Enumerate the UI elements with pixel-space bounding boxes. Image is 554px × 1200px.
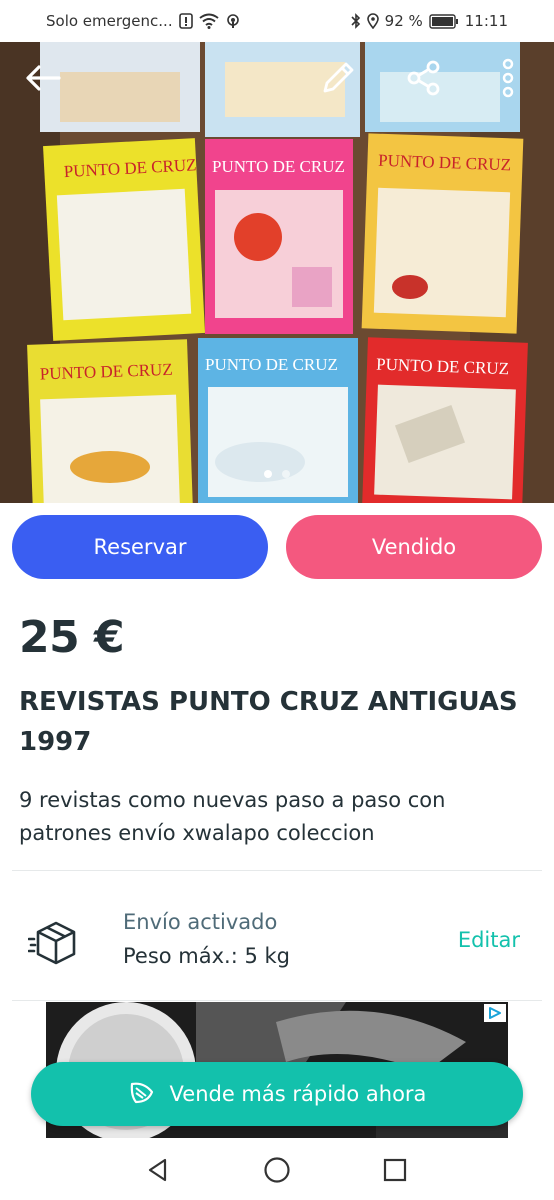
more-vert-icon[interactable]	[486, 56, 530, 100]
location-icon	[366, 13, 379, 29]
svg-text:PUNTO DE CRUZ: PUNTO DE CRUZ	[212, 157, 345, 176]
sim-alert-icon	[178, 13, 193, 29]
back-arrow-icon[interactable]	[21, 56, 65, 100]
carrier-text: Solo emergenc...	[46, 12, 173, 30]
shipping-status: Envío activado	[123, 910, 278, 934]
magazine-cover: PUNTO DE CRUZ	[362, 337, 528, 503]
clock: 11:11	[464, 12, 508, 30]
shipping-weight: Peso máx.: 5 kg	[123, 944, 291, 968]
feather-wing-icon	[128, 1078, 156, 1111]
product-photo[interactable]: PUNTO DE CRUZ PUNTO DE CRUZ PUNTO DE CRU…	[0, 42, 554, 503]
sell-faster-button[interactable]: Vende más rápido ahora	[31, 1062, 523, 1126]
bluetooth-icon	[351, 13, 361, 29]
edit-pencil-icon[interactable]	[316, 56, 360, 100]
divider	[12, 1000, 542, 1001]
divider	[12, 870, 542, 871]
battery-icon	[429, 13, 459, 29]
carousel-indicator	[0, 470, 554, 478]
hotspot-icon	[225, 13, 241, 29]
nav-recents-icon[interactable]	[379, 1154, 411, 1186]
product-title: REVISTAS PUNTO CRUZ ANTIGUAS 1997	[19, 687, 518, 757]
nav-back-icon[interactable]	[142, 1154, 174, 1186]
share-icon[interactable]	[402, 56, 446, 100]
svg-text:PUNTO DE CRUZ: PUNTO DE CRUZ	[205, 355, 338, 374]
sold-button[interactable]: Vendido	[286, 515, 542, 579]
wifi-icon	[198, 13, 219, 29]
status-left: Solo emergenc...	[46, 12, 241, 30]
battery-percent: 92 %	[384, 12, 423, 30]
reserve-button[interactable]: Reservar	[12, 515, 268, 579]
magazine-cover: PUNTO DE CRUZ	[198, 338, 358, 503]
product-price: 25 €	[19, 612, 125, 663]
magazine-cover: PUNTO DE CRUZ	[361, 133, 524, 334]
magazines-photo-illustration: PUNTO DE CRUZ PUNTO DE CRUZ PUNTO DE CRU…	[0, 42, 554, 503]
carousel-dot[interactable]	[282, 470, 290, 478]
edit-shipping-link[interactable]: Editar	[458, 928, 520, 952]
product-description: 9 revistas como nuevas paso a paso con p…	[19, 788, 446, 845]
product-detail-screen: Solo emergenc... 92 % 11:11 PUNTO DE CRU…	[0, 0, 554, 1200]
adchoices-icon[interactable]	[484, 1004, 506, 1022]
magazine-cover: PUNTO DE CRUZ	[27, 339, 193, 503]
sell-faster-label: Vende más rápido ahora	[169, 1082, 427, 1106]
status-bar: Solo emergenc... 92 % 11:11	[0, 0, 554, 42]
carousel-dot[interactable]	[264, 470, 272, 478]
status-right: 92 % 11:11	[351, 12, 508, 30]
magazine-cover: PUNTO DE CRUZ	[43, 138, 206, 341]
system-nav-bar	[0, 1140, 554, 1200]
package-box-icon	[27, 915, 84, 971]
magazine-cover: PUNTO DE CRUZ	[205, 139, 353, 334]
nav-home-icon[interactable]	[261, 1154, 293, 1186]
